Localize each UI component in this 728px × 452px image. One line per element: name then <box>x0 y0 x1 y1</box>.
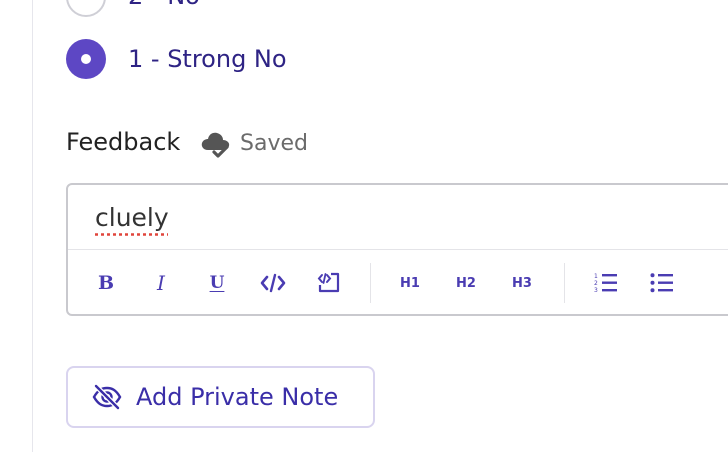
toolbar-separator <box>564 263 565 303</box>
radio-option-strong-no[interactable] <box>66 39 106 79</box>
code-icon <box>260 273 286 293</box>
svg-text:3: 3 <box>594 287 598 294</box>
save-status: Saved <box>200 128 308 158</box>
ordered-list-icon: 1 2 3 <box>594 273 617 294</box>
feedback-editor[interactable]: cluely B I U H1 H2 H3 1 2 3 <box>66 183 728 316</box>
svg-text:2: 2 <box>594 280 598 287</box>
italic-button[interactable]: I <box>151 269 171 297</box>
bullet-list-button[interactable] <box>649 269 675 297</box>
code-block-button[interactable] <box>316 269 342 297</box>
heading-2-button[interactable]: H2 <box>454 269 478 297</box>
heading-3-button[interactable]: H3 <box>510 269 534 297</box>
editor-content[interactable]: cluely <box>95 203 169 232</box>
add-private-note-button[interactable]: Add Private Note <box>66 366 375 428</box>
bold-button[interactable]: B <box>96 269 116 297</box>
add-private-note-label: Add Private Note <box>136 383 339 411</box>
underline-button[interactable]: U <box>206 269 228 297</box>
heading-1-button[interactable]: H1 <box>398 269 422 297</box>
bullet-list-icon <box>650 273 673 293</box>
saved-text: Saved <box>240 130 308 156</box>
feedback-label: Feedback <box>66 128 181 156</box>
toolbar-separator <box>370 263 371 303</box>
radio-label-strong-no[interactable]: 1 - Strong No <box>128 45 287 73</box>
svg-text:1: 1 <box>594 273 598 280</box>
left-rule <box>32 0 33 452</box>
radio-option-no[interactable] <box>66 0 106 17</box>
code-button[interactable] <box>259 269 287 297</box>
cloud-check-icon <box>201 132 230 158</box>
radio-label-no[interactable]: 2 - No <box>128 0 200 10</box>
ordered-list-button[interactable]: 1 2 3 <box>593 269 619 297</box>
toolbar-divider <box>68 249 728 250</box>
radio-selected-dot <box>81 54 91 64</box>
eye-slash-icon <box>92 384 122 410</box>
code-block-icon <box>317 272 340 293</box>
